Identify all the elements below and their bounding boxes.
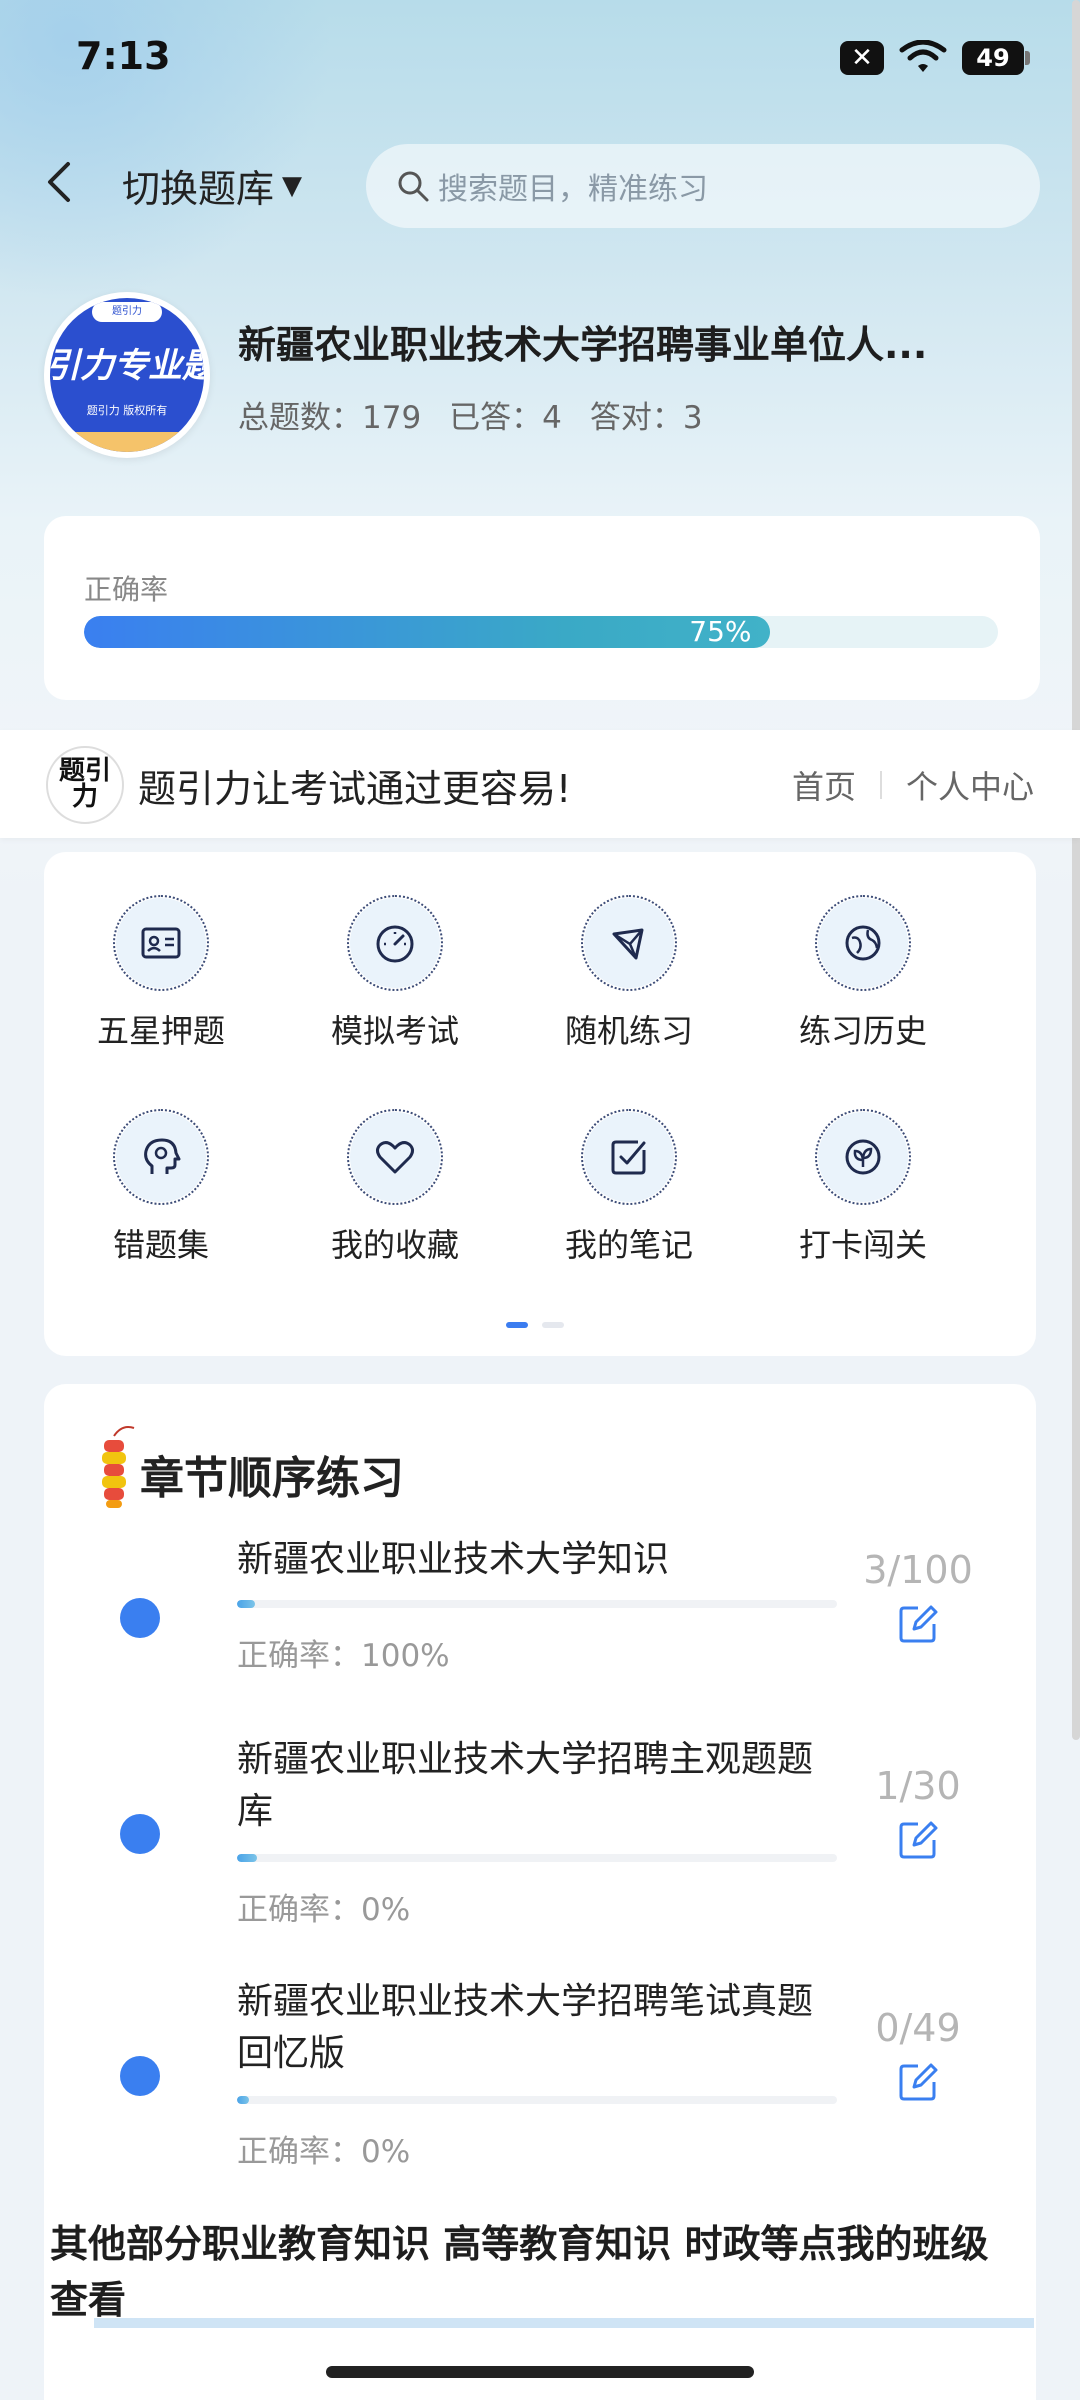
bank-stats: 总题数：179 已答：4 答对：3	[238, 392, 703, 437]
accuracy-progress-fill: 75%	[84, 616, 770, 648]
search-input[interactable]: 搜索题目，精准练习	[366, 144, 1040, 228]
chapter-item[interactable]: 新疆农业职业技术大学招聘主观题题库 正确率：0% 1/30	[44, 1734, 1036, 1954]
logo-top-text: 题引力	[92, 302, 162, 322]
grid-label: 模拟考试	[330, 1012, 459, 1050]
grid-item-history[interactable]: 练习历史	[746, 852, 980, 1050]
bank-title: 新疆农业职业技术大学招聘事业单位人...	[238, 323, 928, 367]
total-value: 179	[362, 400, 422, 436]
grid-label: 我的收藏	[330, 1226, 459, 1264]
grid-page-indicator	[506, 1322, 564, 1328]
switch-bank-dropdown[interactable]: 切换题库 ▼	[122, 158, 302, 213]
edit-icon[interactable]	[896, 1818, 940, 1862]
question-bank-header: 题引力 引力专业题 题引力 版权所有 新疆农业职业技术大学招聘事业单位人... …	[44, 292, 1044, 462]
chapter-count: 1/30	[875, 1764, 961, 1808]
back-button[interactable]	[44, 160, 84, 210]
globe-icon	[815, 895, 911, 991]
chapter-progress-fill	[237, 1854, 257, 1862]
chapter-count: 0/49	[875, 2006, 961, 2050]
grid-item-notes[interactable]: 我的笔记	[512, 1066, 746, 1264]
grid-item-favorites[interactable]: 我的收藏	[278, 1066, 512, 1264]
battery-icon: 49	[962, 41, 1030, 75]
chapter-item[interactable]: 新疆农业职业技术大学知识 正确率：100% 3/100	[44, 1534, 1036, 1724]
grid-item-random-practice[interactable]: 随机练习	[512, 852, 746, 1050]
grid-item-mock-exam[interactable]: 模拟考试	[278, 852, 512, 1050]
switch-bank-label: 切换题库	[122, 167, 275, 211]
grid-label: 打卡闯关	[798, 1226, 927, 1264]
battery-level: 49	[976, 44, 1010, 72]
chapter-status-dot	[120, 1598, 160, 1638]
chapter-status-dot	[120, 1814, 160, 1854]
chevron-left-icon	[48, 162, 70, 202]
page-dot	[542, 1322, 564, 1328]
nav-home-link[interactable]: 首页	[792, 762, 856, 808]
scrollbar[interactable]	[1072, 0, 1080, 1740]
correct-label: 答对：	[589, 400, 683, 436]
chapter-section-title: 章节顺序练习	[140, 1453, 404, 1504]
accuracy-progress-track: 75%	[84, 616, 998, 648]
caret-down-icon: ▼	[282, 170, 303, 201]
grid-label: 五星押题	[96, 1012, 225, 1050]
answered-label: 已答：	[449, 400, 543, 436]
edit-icon[interactable]	[896, 1602, 940, 1646]
grid-item-wrong-questions[interactable]: 错题集	[44, 1066, 278, 1264]
status-icons: ✕ 49	[840, 40, 1030, 76]
wifi-icon	[899, 40, 947, 72]
id-card-icon	[113, 895, 209, 991]
accuracy-label: 正确率	[84, 573, 169, 606]
chapter-progress-track	[237, 1854, 837, 1862]
status-bar: 7:13 ✕ 49	[0, 0, 1080, 120]
brand-logo-text: 题引力	[58, 756, 111, 812]
chapter-accuracy: 正确率：0%	[237, 1892, 411, 1928]
chapter-name: 新疆农业职业技术大学招聘主观题题库	[237, 1739, 814, 1832]
status-time: 7:13	[76, 34, 171, 78]
search-icon	[398, 171, 429, 202]
chapter-status-dot	[120, 2056, 160, 2096]
chapter-progress-fill	[237, 2096, 249, 2104]
grid-item-five-star[interactable]: 五星押题	[44, 852, 278, 1050]
chapter-progress-track	[237, 2096, 837, 2104]
bank-logo: 题引力 引力专业题 题引力 版权所有	[44, 292, 210, 458]
brand-slogan: 题引力让考试通过更容易!	[138, 767, 572, 811]
chapter-name: 新疆农业职业技术大学招聘笔试真题回忆版	[237, 1981, 814, 2074]
grid-label: 错题集	[112, 1226, 209, 1264]
chapter-name: 新疆农业职业技术大学知识	[237, 1539, 670, 1580]
grid-label: 随机练习	[564, 1012, 693, 1050]
feature-grid: 五星押题 模拟考试 随机练习 练习历史 错题集 我的收藏 我的笔记 打卡闯关	[44, 852, 1036, 1356]
nav-profile-link[interactable]: 个人中心	[906, 762, 1034, 808]
correct-value: 3	[682, 400, 703, 436]
head-icon	[113, 1109, 209, 1205]
chapter-progress-fill	[237, 1600, 255, 1608]
chapter-item[interactable]: 新疆农业职业技术大学招聘笔试真题回忆版 正确率：0% 0/49	[44, 1976, 1036, 2196]
chapter-accuracy: 正确率：0%	[237, 2134, 411, 2170]
home-indicator[interactable]	[326, 2366, 754, 2378]
grid-label: 我的笔记	[564, 1226, 693, 1264]
search-placeholder: 搜索题目，精准练习	[438, 172, 708, 207]
accuracy-percent: 75%	[689, 616, 752, 648]
grid-item-checkin[interactable]: 打卡闯关	[746, 1066, 980, 1264]
top-navigation: 切换题库 ▼ 搜索题目，精准练习	[0, 140, 1080, 230]
random-icon	[581, 895, 677, 991]
chapter-progress-track	[237, 1600, 837, 1608]
chapter-accuracy: 正确率：100%	[237, 1638, 450, 1674]
page-dot-active	[506, 1322, 528, 1328]
logo-sub-text: 题引力 版权所有	[86, 404, 168, 417]
brand-logo: 题引力	[46, 746, 124, 824]
brand-nav: 首页 个人中心	[792, 762, 1034, 808]
leaf-icon	[815, 1109, 911, 1205]
chapter-count: 3/100	[863, 1548, 973, 1592]
total-label: 总题数：	[238, 400, 362, 436]
heart-icon	[347, 1109, 443, 1205]
class-view-link[interactable]: 其他部分职业教育知识 高等教育知识 时政等点我的班级查看	[50, 2216, 1010, 2328]
note-check-icon	[581, 1109, 677, 1205]
accuracy-card: 正确率 75%	[44, 516, 1040, 700]
notification-x-icon: ✕	[840, 41, 884, 75]
nav-divider	[879, 771, 882, 799]
grid-label: 练习历史	[798, 1012, 927, 1050]
answered-value: 4	[542, 400, 562, 436]
brand-bar: 题引力 题引力让考试通过更容易! 首页 个人中心	[0, 730, 1080, 838]
gauge-icon	[347, 895, 443, 991]
firecracker-icon	[102, 1426, 135, 1508]
logo-main-text: 引力专业题	[50, 346, 204, 386]
edit-icon[interactable]	[896, 2060, 940, 2104]
